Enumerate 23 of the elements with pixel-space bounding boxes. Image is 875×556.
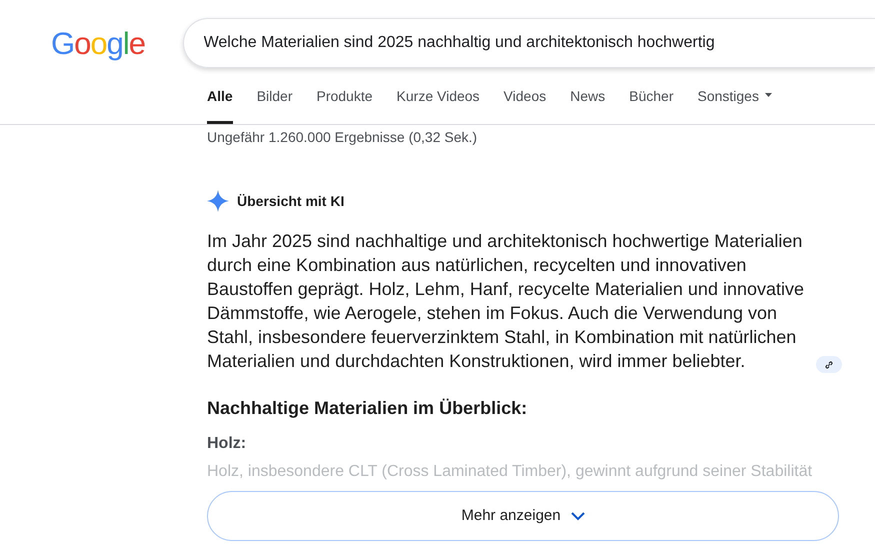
- ai-overview-title: Übersicht mit KI: [237, 192, 344, 210]
- search-tab[interactable]: Videos: [504, 86, 546, 124]
- dropdown-caret-icon: [764, 93, 772, 97]
- result-stats: Ungefähr 1.260.000 Ergebnisse (0,32 Sek.): [207, 128, 478, 147]
- show-more-button[interactable]: Mehr anzeigen: [207, 491, 839, 541]
- sparkle-icon: [207, 190, 229, 212]
- section-heading: Nachhaltige Materialien im Überblick:: [207, 397, 528, 420]
- search-tab[interactable]: Bilder: [256, 86, 292, 124]
- subheading: Holz:: [207, 434, 248, 454]
- search-tab[interactable]: Produkte: [316, 86, 373, 124]
- search-tab[interactable]: News: [570, 86, 606, 124]
- search-tab[interactable]: Bücher: [629, 86, 674, 124]
- google-logo[interactable]: Google: [51, 28, 183, 58]
- search-tab[interactable]: Kurze Videos: [396, 86, 480, 124]
- chevron-down-icon: [570, 512, 585, 520]
- summary-text: Im Jahr 2025 sind nachhaltige und architektonisch hochwertige Materialien durch eine Kombination aus natürlichen, recycelten und innovativen Baustoffen geprägt. Holz, Lehm, Hanf, recycelte Materialien und innovative Dämmstoffe, wie Aerogele, stehen im Fokus. Auch die Verwendung von Stahl, insbesondere feuerverzinktem Stahl, in Kombination mit natürlichen Materialien und durchdachten Konstruktionen, wird immer beliebter.: [207, 230, 806, 373]
- link-icon: [824, 360, 834, 370]
- faded-detail-text: Holz, insbesondere CLT (Cross Laminated Timber), gewinnt aufgrund seiner Stabilität: [207, 462, 814, 482]
- search-field[interactable]: Welche Materialien sind 2025 nachhaltig und architektonisch hochwertig: [182, 18, 875, 68]
- search-tab[interactable]: Sonstiges: [697, 86, 772, 124]
- search-tab[interactable]: Alle: [207, 86, 233, 124]
- search-input[interactable]: Welche Materialien sind 2025 nachhaltig und architektonisch hochwertig: [204, 31, 875, 55]
- link-chip[interactable]: [816, 356, 842, 373]
